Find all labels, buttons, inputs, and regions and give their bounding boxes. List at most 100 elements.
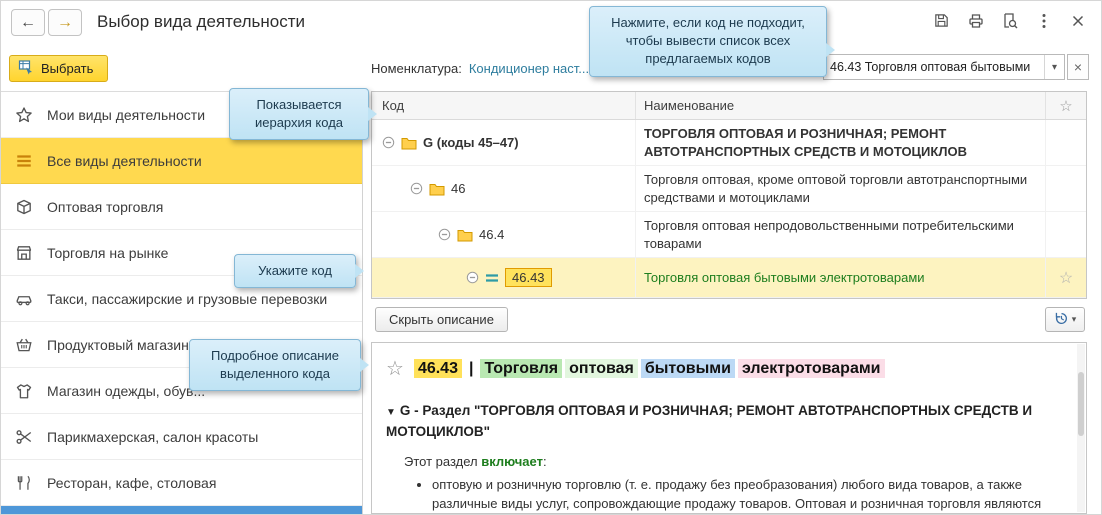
code-name: Торговля оптовая бытовыми электротоварам… xyxy=(636,258,1046,297)
activity-selection-window: ← → Выбор вида деятельности Выбрать Номе… xyxy=(0,0,1102,515)
favorites-column-header[interactable]: ☆ xyxy=(1046,92,1086,119)
name-column-header[interactable]: Наименование xyxy=(636,92,1046,119)
folder-icon xyxy=(457,228,473,242)
favorite-star-icon[interactable]: ☆ xyxy=(1046,258,1086,297)
title-part: 46.43 xyxy=(414,359,462,378)
sidebar-list: Мои виды деятельности Все виды деятельнос… xyxy=(1,92,362,514)
tree-row[interactable]: 46.4Торговля оптовая непродовольственным… xyxy=(372,212,1086,258)
print-icon[interactable] xyxy=(966,11,985,30)
code-column-header[interactable]: Код xyxy=(372,92,636,119)
code-item-icon xyxy=(485,272,499,284)
back-button[interactable]: ← xyxy=(11,9,45,36)
description-title-text: 46.43|Торговляоптоваябытовымиэлектротова… xyxy=(414,360,888,378)
description-scrollbar-thumb[interactable] xyxy=(1078,372,1084,436)
folder-icon xyxy=(401,136,417,150)
collapse-icon[interactable] xyxy=(382,136,395,149)
nomenclature-row: Номенклатура: Кондиционер наст... xyxy=(371,61,589,76)
window-toolbar-icons xyxy=(932,11,1087,30)
tooltip-hierarchy: Показывается иерархия кода xyxy=(229,88,369,140)
sidebar-item-label: Парикмахерская, салон красоты xyxy=(47,429,258,445)
close-icon[interactable] xyxy=(1068,11,1087,30)
sidebar-item-label: Такси, пассажирские и грузовые перевозки xyxy=(47,291,327,307)
star-icon xyxy=(14,106,34,124)
box-icon xyxy=(14,198,34,216)
tooltip-description: Подробное описание выделенного кода xyxy=(189,339,361,391)
restaurant-icon xyxy=(14,474,34,492)
description-scrollbar[interactable] xyxy=(1077,344,1085,512)
sidebar-item-label: Продуктовый магазин xyxy=(47,337,189,353)
nomenclature-label: Номенклатура: xyxy=(371,61,462,76)
star-icon: ☆ xyxy=(1059,97,1072,115)
select-table-icon xyxy=(18,59,34,78)
tooltip-code: Укажите код xyxy=(234,254,356,288)
clear-code-button[interactable]: × xyxy=(1067,54,1089,80)
hide-description-button[interactable]: Скрыть описание xyxy=(375,307,508,332)
title-part: оптовая xyxy=(565,359,638,378)
includes-colon: : xyxy=(543,454,547,469)
history-button[interactable]: ▾ xyxy=(1045,307,1085,332)
table-header: Код Наименование ☆ xyxy=(372,92,1086,120)
title-part: бытовыми xyxy=(641,359,735,378)
chevron-down-icon[interactable]: ▾ xyxy=(1044,55,1064,79)
includes-line: Этот раздел включает: xyxy=(404,454,1064,469)
tooltip-combo: Нажмите, если код не подходит, чтобы выв… xyxy=(589,6,827,77)
sidebar-item-label: Ресторан, кафе, столовая xyxy=(47,475,216,491)
code-combobox[interactable]: 46.43 Торговля оптовая бытовыми ▾ xyxy=(823,54,1065,80)
section-heading[interactable]: ▼G - Раздел "ТОРГОВЛЯ ОПТОВАЯ И РОЗНИЧНА… xyxy=(386,401,1064,443)
taxi-icon xyxy=(14,290,34,308)
back-arrow-icon: ← xyxy=(20,14,36,32)
code-value: 46.4 xyxy=(479,227,504,242)
sidebar-item-label: Торговля на рынке xyxy=(47,245,168,261)
sidebar-item-label: Оптовая торговля xyxy=(47,199,163,215)
chevron-down-icon: ▾ xyxy=(1072,314,1077,325)
includes-item: оптовую и розничную торговлю (т. е. прод… xyxy=(432,476,1064,514)
scissors-icon xyxy=(14,428,34,446)
forward-button[interactable]: → xyxy=(48,9,82,36)
code-value: 46 xyxy=(451,181,465,196)
tree-row[interactable]: G (коды 45–47) ТОРГОВЛЯ ОПТОВАЯ И РОЗНИЧН… xyxy=(372,120,1086,166)
basket-icon xyxy=(14,336,34,354)
favorite-star-icon[interactable] xyxy=(1046,166,1086,211)
sidebar-item[interactable]: Парикмахерская, салон красоты xyxy=(1,414,362,460)
sidebar-item-label: Все виды деятельности xyxy=(47,153,202,169)
collapse-icon[interactable] xyxy=(438,228,451,241)
tree-row[interactable]: 46Торговля оптовая, кроме оптовой торгов… xyxy=(372,166,1086,212)
sidebar-item-label: Магазин одежды, обув... xyxy=(47,383,205,399)
section-heading-text: G - Раздел "ТОРГОВЛЯ ОПТОВАЯ И РОЗНИЧНАЯ… xyxy=(386,403,1032,439)
description-pane: ☆ 46.43|Торговляоптоваябытовымиэлектрото… xyxy=(371,342,1087,514)
select-button-label: Выбрать xyxy=(41,61,93,76)
forward-arrow-icon: → xyxy=(57,14,73,32)
activity-sidebar: Мои виды деятельности Все виды деятельнос… xyxy=(1,91,363,514)
code-value: G (коды 45–47) xyxy=(423,135,519,150)
includes-keyword: включает xyxy=(481,454,543,469)
code-name: ТОРГОВЛЯ ОПТОВАЯ И РОЗНИЧНАЯ; РЕМОНТ АВТ… xyxy=(636,120,1046,165)
includes-prefix: Этот раздел xyxy=(404,454,481,469)
folder-icon xyxy=(429,182,445,196)
save-icon[interactable] xyxy=(932,11,951,30)
market-icon xyxy=(14,244,34,262)
sidebar-item[interactable]: Оптовая торговля xyxy=(1,184,362,230)
title-part: Торговля xyxy=(480,359,562,378)
tree-row[interactable]: 46.43Торговля оптовая бытовыми электрото… xyxy=(372,258,1086,298)
sidebar-scrollbar[interactable] xyxy=(1,506,362,514)
sidebar-item-label: Мои виды деятельности xyxy=(47,107,205,123)
collapse-icon[interactable] xyxy=(410,182,423,195)
collapse-icon[interactable] xyxy=(466,271,479,284)
menu-icon xyxy=(14,152,34,170)
sidebar-item[interactable]: Все виды деятельности xyxy=(1,138,362,184)
code-combobox-value: 46.43 Торговля оптовая бытовыми xyxy=(824,60,1044,74)
title-part: электротоварами xyxy=(738,359,885,378)
favorite-star-icon[interactable] xyxy=(1046,212,1086,257)
nomenclature-link[interactable]: Кондиционер наст... xyxy=(469,61,589,76)
title-part: | xyxy=(465,359,477,378)
clothes-icon xyxy=(14,382,34,400)
print-preview-icon[interactable] xyxy=(1000,11,1019,30)
description-title: ☆ 46.43|Торговляоптоваябытовымиэлектрото… xyxy=(386,356,1064,381)
more-menu-icon[interactable] xyxy=(1034,11,1053,30)
select-button[interactable]: Выбрать xyxy=(9,55,108,82)
page-title: Выбор вида деятельности xyxy=(97,12,305,32)
favorite-star-icon[interactable] xyxy=(1046,120,1086,165)
favorite-star-icon[interactable]: ☆ xyxy=(386,356,404,381)
history-icon xyxy=(1054,311,1069,329)
sidebar-item[interactable]: Ресторан, кафе, столовая xyxy=(1,460,362,506)
